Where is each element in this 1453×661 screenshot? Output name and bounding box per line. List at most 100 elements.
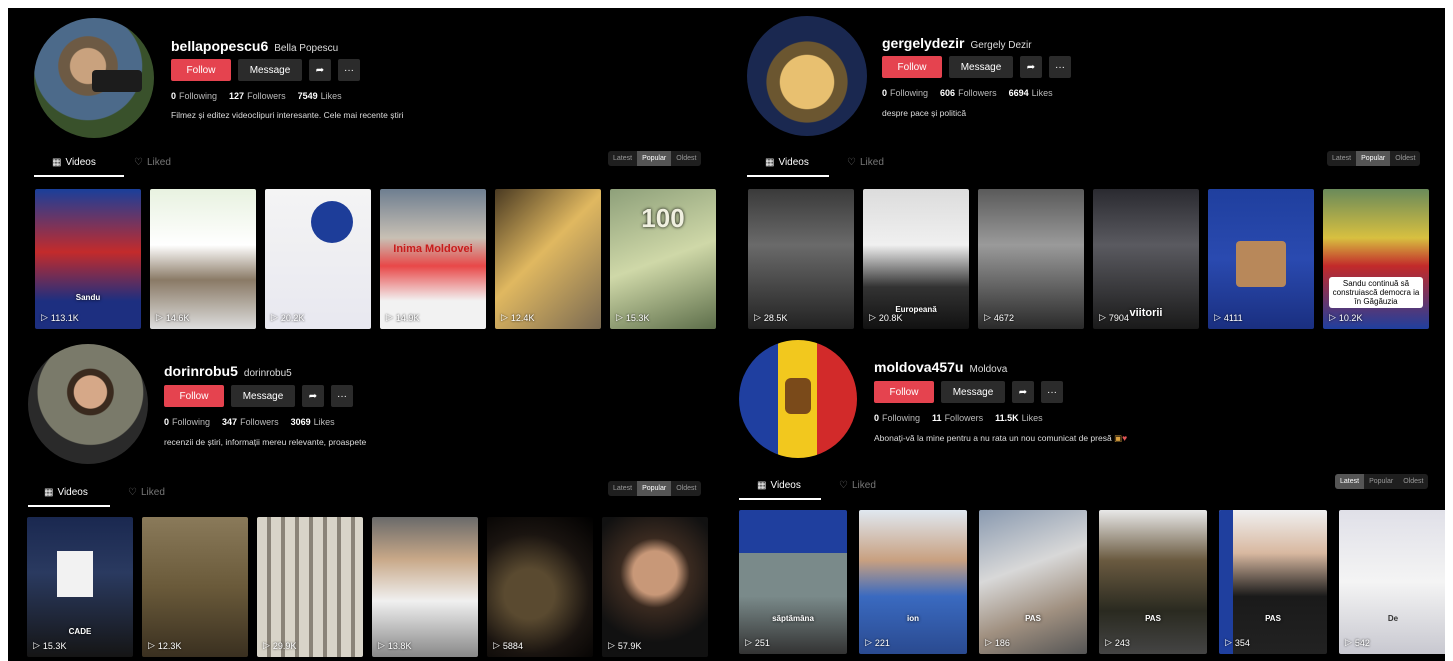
- video-thumbnail[interactable]: 100 ▷ 15.3K: [610, 189, 716, 329]
- video-thumbnail[interactable]: Inima Moldovei ▷ 14.9K: [380, 189, 486, 329]
- message-button[interactable]: Message: [949, 56, 1013, 78]
- view-count: ▷ 20.2K: [271, 312, 305, 323]
- tab-videos[interactable]: ▦ Videos: [52, 151, 96, 173]
- play-icon: ▷: [754, 312, 761, 322]
- video-grid: CADE ▷ 15.3K ▷ 12.3K ▷ 29.9K ▷ 13.8K ▷ 5884 ▷…: [27, 517, 708, 657]
- view-count: ▷ 14.9K: [386, 312, 420, 323]
- more-icon[interactable]: ···: [1041, 381, 1063, 403]
- video-thumbnail[interactable]: PAS ▷ 354: [1219, 510, 1327, 654]
- sort-popular[interactable]: Popular: [1356, 151, 1391, 166]
- username[interactable]: moldova457u Moldova: [874, 359, 1007, 375]
- message-button[interactable]: Message: [231, 385, 295, 407]
- follow-button[interactable]: Follow: [164, 385, 224, 407]
- video-thumbnail[interactable]: săptămâna ▷ 251: [739, 510, 847, 654]
- play-icon: ▷: [386, 312, 393, 322]
- video-thumbnail[interactable]: ▷ 4111: [1208, 189, 1314, 329]
- avatar[interactable]: [747, 16, 867, 136]
- video-thumbnail[interactable]: Sandu ▷ 113.1K: [35, 189, 141, 329]
- video-thumbnail[interactable]: PAS ▷ 186: [979, 510, 1087, 654]
- sort-popular[interactable]: Popular: [637, 481, 672, 496]
- sort-toggle: Latest Popular Oldest: [1327, 151, 1421, 166]
- view-count: ▷ 354: [1225, 637, 1250, 648]
- sort-latest[interactable]: Latest: [608, 151, 637, 166]
- screenshot-frame: bellapopescu6 Bella Popescu Follow Messag…: [8, 8, 1445, 661]
- sort-oldest[interactable]: Oldest: [1390, 151, 1420, 166]
- play-icon: ▷: [41, 312, 48, 322]
- video-thumbnail[interactable]: CADE ▷ 15.3K: [27, 517, 133, 657]
- sort-latest[interactable]: Latest: [1327, 151, 1356, 166]
- action-buttons: Follow Message ➦ ···: [874, 381, 1063, 403]
- video-thumbnail[interactable]: ion ▷ 221: [859, 510, 967, 654]
- share-icon[interactable]: ➦: [309, 59, 331, 81]
- sort-oldest[interactable]: Oldest: [1398, 474, 1428, 489]
- video-thumbnail[interactable]: ▷ 12.3K: [142, 517, 248, 657]
- view-count: ▷ 29.9K: [263, 640, 297, 651]
- tab-liked[interactable]: ♡ Liked: [134, 151, 171, 173]
- sort-latest[interactable]: Latest: [1335, 474, 1365, 489]
- username[interactable]: bellapopescu6 Bella Popescu: [171, 38, 338, 54]
- follow-button[interactable]: Follow: [874, 381, 934, 403]
- play-icon: ▷: [1214, 312, 1221, 322]
- display-name: Bella Popescu: [274, 43, 339, 54]
- video-thumbnail[interactable]: Europeană ▷ 20.8K: [863, 189, 969, 329]
- profile-panel-bellapopescu6: bellapopescu6 Bella Popescu Follow Messag…: [8, 8, 726, 338]
- video-thumbnail[interactable]: ▷ 14.6K: [150, 189, 256, 329]
- share-icon[interactable]: ➦: [1020, 56, 1042, 78]
- profile-stats: 0 Following 11 Followers 11.5K Likes: [874, 413, 1043, 423]
- action-buttons: Follow Message ➦ ···: [882, 56, 1071, 78]
- avatar[interactable]: [34, 18, 154, 138]
- tab-liked[interactable]: ♡ Liked: [839, 474, 876, 496]
- follow-button[interactable]: Follow: [171, 59, 231, 81]
- more-icon[interactable]: ···: [331, 385, 353, 407]
- video-grid: săptămâna ▷ 251 ion ▷ 221 PAS ▷ 186 PAS ▷ 24…: [739, 510, 1445, 654]
- message-button[interactable]: Message: [238, 59, 302, 81]
- play-icon: ▷: [271, 312, 278, 322]
- more-icon[interactable]: ···: [338, 59, 360, 81]
- active-tab-underline: [34, 175, 124, 177]
- tab-videos[interactable]: ▦ Videos: [765, 151, 809, 173]
- avatar[interactable]: [28, 344, 148, 464]
- share-icon[interactable]: ➦: [302, 385, 324, 407]
- more-icon[interactable]: ···: [1049, 56, 1071, 78]
- play-icon: ▷: [378, 640, 385, 650]
- view-count: ▷ 12.3K: [148, 640, 182, 651]
- sort-oldest[interactable]: Oldest: [671, 481, 701, 496]
- video-thumbnail[interactable]: ▷ 28.5K: [748, 189, 854, 329]
- video-thumbnail[interactable]: ▷ 13.8K: [372, 517, 478, 657]
- tab-liked[interactable]: ♡ Liked: [128, 481, 165, 503]
- video-thumbnail[interactable]: viitorii ▷ 7904: [1093, 189, 1199, 329]
- sort-popular[interactable]: Popular: [637, 151, 672, 166]
- tab-videos[interactable]: ▦ Videos: [757, 474, 801, 496]
- video-thumbnail[interactable]: ▷ 4672: [978, 189, 1084, 329]
- username[interactable]: dorinrobu5 dorinrobu5: [164, 363, 292, 379]
- video-thumbnail[interactable]: ▷ 29.9K: [257, 517, 363, 657]
- video-thumbnail[interactable]: ▷ 57.9K: [602, 517, 708, 657]
- video-thumbnail[interactable]: Sandu continuă să construiască democra i…: [1323, 189, 1429, 329]
- view-count: ▷ 5884: [493, 640, 523, 651]
- profile-tabs: ▦ Videos ♡ Liked Latest Popular Oldest: [739, 474, 1429, 502]
- message-button[interactable]: Message: [941, 381, 1005, 403]
- profile-stats: 0 Following 347 Followers 3069 Likes: [164, 417, 335, 427]
- sort-toggle: Latest Popular Oldest: [608, 481, 702, 496]
- tab-videos[interactable]: ▦ Videos: [44, 481, 88, 503]
- sort-toggle: Latest Popular Oldest: [1335, 474, 1429, 489]
- heart-icon: ♡: [128, 486, 137, 498]
- video-thumbnail[interactable]: ▷ 20.2K: [265, 189, 371, 329]
- sort-oldest[interactable]: Oldest: [671, 151, 701, 166]
- view-count: ▷ 15.3K: [33, 640, 67, 651]
- sort-popular[interactable]: Popular: [1364, 474, 1398, 489]
- play-icon: ▷: [1099, 312, 1106, 322]
- avatar[interactable]: [739, 340, 857, 458]
- tab-liked[interactable]: ♡ Liked: [847, 151, 884, 173]
- view-count: ▷ 15.3K: [616, 312, 650, 323]
- sort-latest[interactable]: Latest: [608, 481, 637, 496]
- heart-icon: ♡: [847, 156, 856, 168]
- video-thumbnail[interactable]: PAS ▷ 243: [1099, 510, 1207, 654]
- view-count: ▷ 186: [985, 637, 1010, 648]
- video-thumbnail[interactable]: ▷ 5884: [487, 517, 593, 657]
- follow-button[interactable]: Follow: [882, 56, 942, 78]
- share-icon[interactable]: ➦: [1012, 381, 1034, 403]
- username[interactable]: gergelydezir Gergely Dezir: [882, 35, 1032, 51]
- video-thumbnail[interactable]: ▷ 12.4K: [495, 189, 601, 329]
- video-thumbnail[interactable]: De ▷ 542: [1339, 510, 1445, 654]
